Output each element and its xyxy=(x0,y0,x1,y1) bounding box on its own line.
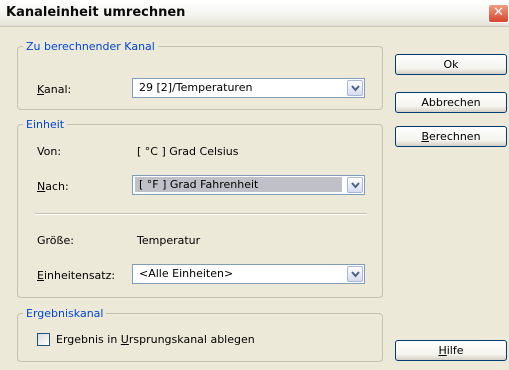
nach-value: [ °F ] Grad Fahrenheit xyxy=(135,177,342,192)
group-legend-ergebniskanal: Ergebniskanal xyxy=(26,307,104,320)
abbrechen-button[interactable]: Abbrechen xyxy=(395,92,507,113)
einheitensatz-combobox[interactable]: <Alle Einheiten> xyxy=(132,264,365,284)
group-zu-berechnender-kanal: Zu berechnender Kanal xyxy=(17,40,383,110)
kanal-combobox[interactable]: 29 [2]/Temperaturen xyxy=(132,78,365,98)
kanal-label: Kanal: xyxy=(37,83,72,96)
title-bar[interactable]: Kanaleinheit umrechnen ✕ xyxy=(0,0,509,27)
nach-label: Nach: xyxy=(37,180,69,193)
ursprungskanal-checkbox[interactable] xyxy=(37,333,50,346)
einheitensatz-dropdown-button[interactable] xyxy=(347,266,363,282)
close-icon: ✕ xyxy=(493,5,504,20)
chevron-down-icon xyxy=(351,271,360,278)
groesse-label: Größe: xyxy=(37,234,74,247)
berechnen-button[interactable]: Berechnen xyxy=(395,126,507,147)
hilfe-button[interactable]: Hilfe xyxy=(395,340,507,361)
chevron-down-icon xyxy=(351,85,360,92)
einheitensatz-label: Einheitensatz: xyxy=(37,269,116,282)
groesse-value: Temperatur xyxy=(137,234,201,247)
ursprungskanal-checkbox-label[interactable]: Ergebnis in Ursprungskanal ablegen xyxy=(56,333,255,346)
separator-line xyxy=(35,213,367,215)
einheitensatz-value: <Alle Einheiten> xyxy=(139,267,234,280)
chevron-down-icon xyxy=(351,182,360,189)
group-legend-einheit: Einheit xyxy=(26,118,65,131)
window-title: Kanaleinheit umrechnen xyxy=(6,5,186,20)
nach-combobox[interactable]: [ °F ] Grad Fahrenheit xyxy=(132,175,365,195)
nach-dropdown-button[interactable] xyxy=(347,177,363,193)
kanal-value: 29 [2]/Temperaturen xyxy=(139,81,253,94)
von-value: [ °C ] Grad Celsius xyxy=(137,145,239,158)
group-legend-kanal: Zu berechnender Kanal xyxy=(26,40,155,53)
ok-button[interactable]: Ok xyxy=(395,54,507,75)
kanal-dropdown-button[interactable] xyxy=(347,80,363,96)
von-label: Von: xyxy=(37,145,62,158)
close-button[interactable]: ✕ xyxy=(488,4,509,23)
